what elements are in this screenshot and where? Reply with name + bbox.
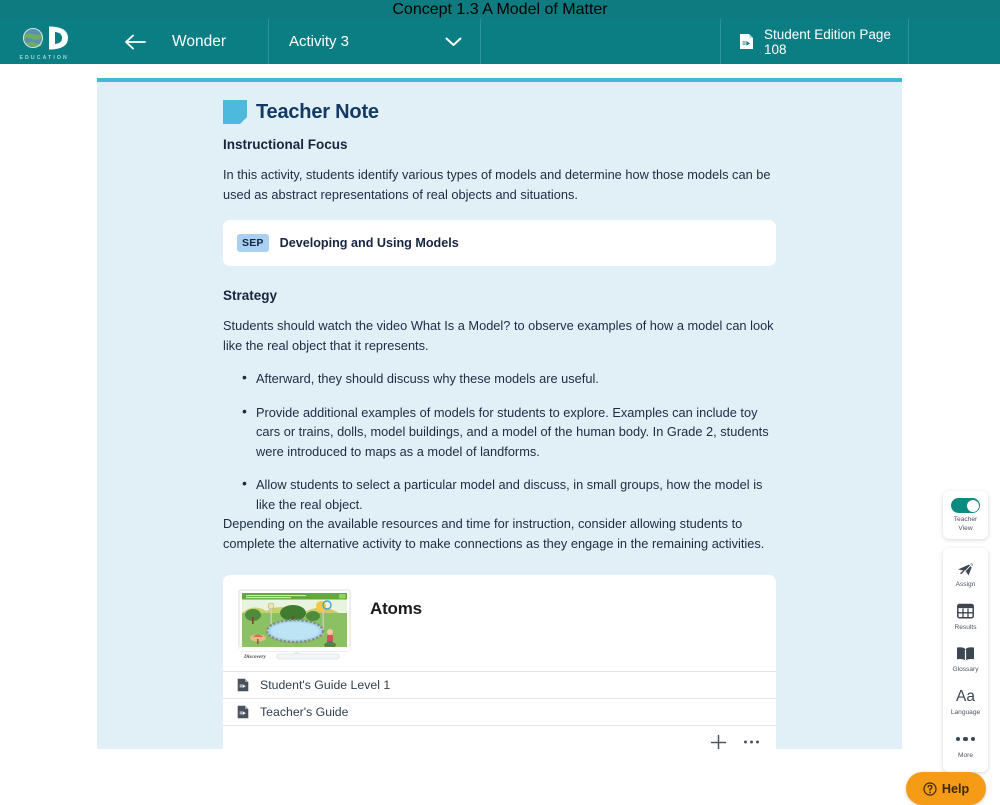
glossary-book-icon [956,645,975,662]
breadcrumb-wonder[interactable]: Wonder [172,19,268,64]
park-pond-scene-thumbnail[interactable]: Discovery [237,589,356,665]
toggle-knob [967,500,979,512]
nav-empty-slot [480,19,720,64]
strategy-intro-before: Students should watch the video [223,318,411,333]
toolbar-items: Assign Results [943,548,988,772]
resource-title: Atoms [370,599,422,619]
toolbar-item-label: Assign [956,581,976,590]
concept-title-bar: Concept 1.3 A Model of Matter [0,0,1000,19]
student-edition-page-button[interactable]: Student Edition Page 108 [720,19,908,64]
chevron-down-icon [445,37,462,47]
toolbar-item-assign[interactable]: Assign [943,553,988,596]
instructional-focus-heading: Instructional Focus [223,137,776,152]
sep-label: Developing and Using Models [280,236,459,250]
results-grid-icon [957,603,974,620]
ellipsis-icon [743,739,760,745]
strategy-heading: Strategy [223,288,776,303]
add-to-button[interactable] [710,734,727,750]
teacher-view-label: Teacher View [943,516,988,533]
strategy-video-title: What Is a Model? [411,318,511,333]
teacher-view-toggle[interactable]: Teacher View [943,491,988,539]
closing-paragraph: Depending on the available resources and… [223,514,776,553]
help-button[interactable]: Help [906,772,986,805]
arrow-left-icon [124,34,146,50]
resource-row-label: Teacher's Guide [260,705,348,719]
toolbar-item-label: More [958,752,973,761]
dot [963,737,967,741]
ellipsis-icon [956,731,975,748]
discovery-d-logo-icon [22,25,76,55]
list-item: Provide additional examples of models fo… [242,403,776,462]
question-circle-icon [923,782,937,796]
resource-row-teachers-guide[interactable]: Teacher's Guide [223,698,776,725]
pdf-file-icon [237,705,249,719]
pdf-file-icon [739,33,754,50]
logo-wordmark: EDUCATION [20,55,69,61]
thumbnail-illustration: Discovery [237,589,356,665]
more-options-button[interactable] [743,739,760,745]
breadcrumb-wonder-label: Wonder [172,33,226,51]
student-edition-page-label: Student Edition Page 108 [764,27,908,57]
page-body: Teacher Note Instructional Focus In this… [0,64,1000,749]
main-navigation-bar: EDUCATION Wonder Activity 3 Student Edit… [0,19,1000,64]
right-toolbar: Teacher View Assign [943,491,988,772]
toolbar-item-more[interactable]: More [943,724,988,767]
resource-row-students-guide[interactable]: Student's Guide Level 1 [223,671,776,698]
resource-card-footer [223,725,776,749]
activity-selector[interactable]: Activity 3 [268,19,480,64]
list-item: Afterward, they should discuss why these… [242,369,776,389]
pdf-file-icon [237,678,249,692]
dot [971,737,975,741]
sep-card: SEP Developing and Using Models [223,220,776,266]
svg-text:Discovery: Discovery [243,654,266,660]
toolbar-item-label: Glossary [952,666,978,675]
resource-card-header: Discovery Atoms [223,575,776,671]
toolbar-item-label: Language [951,709,980,718]
assign-icon [957,560,975,577]
toggle-switch-icon [951,498,980,513]
toolbar-item-glossary[interactable]: Glossary [943,638,988,681]
toolbar-item-results[interactable]: Results [943,596,988,639]
activity-selector-label: Activity 3 [289,33,349,50]
resource-card: Discovery Atoms St [223,575,776,749]
toolbar-item-language[interactable]: Aa Language [943,681,988,724]
teacher-view-label-line1: Teacher [954,516,977,523]
dot [956,737,960,741]
language-aa-icon: Aa [956,688,975,705]
teacher-note-title: Teacher Note [256,101,379,124]
help-label: Help [942,782,969,796]
discovery-education-logo[interactable]: EDUCATION [0,19,97,64]
resource-row-label: Student's Guide Level 1 [260,678,390,692]
content-panel: Teacher Note Instructional Focus In this… [97,78,902,749]
list-item: Allow students to select a particular mo… [242,475,776,514]
note-page-icon [223,100,247,124]
sep-badge: SEP [237,234,269,252]
back-button[interactable] [97,19,172,64]
instructional-focus-body: In this activity, students identify vari… [223,165,776,204]
concept-title: Concept 1.3 A Model of Matter [392,1,607,19]
strategy-bullet-list: Afterward, they should discuss why these… [223,369,776,514]
teacher-note-header: Teacher Note [223,100,776,124]
toolbar-item-label: Results [955,624,977,633]
strategy-intro-paragraph: Students should watch the video What Is … [223,316,776,355]
nav-right-spacer [908,19,1000,64]
plus-icon [710,734,727,750]
teacher-view-label-line2: View [958,525,972,532]
